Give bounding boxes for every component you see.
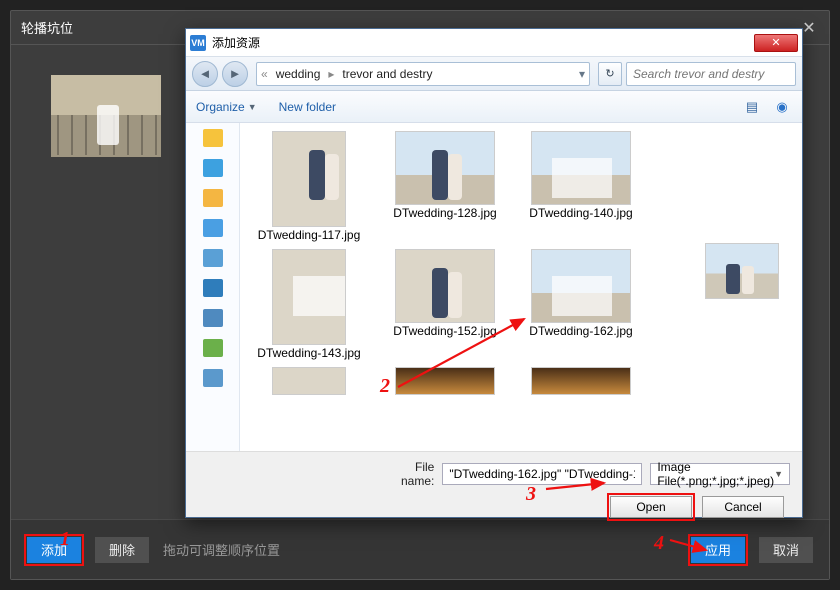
file-item[interactable]: DTwedding-162.jpg [516, 247, 646, 363]
file-name-input[interactable]: "DTwedding-162.jpg" "DTwedding-128.jpg" … [442, 463, 642, 485]
chevron-right-icon: ▸ [328, 67, 334, 81]
file-item[interactable]: DTwedding-152.jpg [380, 247, 510, 363]
drag-hint-text: 拖动可调整顺序位置 [163, 540, 280, 559]
nav-back-button[interactable]: ◄ [192, 61, 218, 87]
favorites-icon[interactable] [203, 129, 223, 147]
disk-icon[interactable] [203, 339, 223, 357]
file-name: DTwedding-140.jpg [529, 207, 632, 221]
existing-slot-thumb[interactable] [51, 75, 161, 157]
music-icon[interactable] [203, 219, 223, 237]
file-thumb [272, 131, 346, 227]
view-mode-button[interactable]: ▤ [742, 97, 762, 117]
chevron-left-icon: « [261, 67, 268, 81]
breadcrumb-seg-2[interactable]: trevor and destry [338, 67, 436, 81]
cancel-button[interactable]: Cancel [702, 496, 784, 518]
open-button[interactable]: Open [610, 496, 692, 518]
organize-menu[interactable]: Organize▼ [196, 100, 257, 114]
file-thumb [395, 367, 495, 395]
add-button[interactable]: 添加 [27, 537, 81, 563]
file-item[interactable]: DTwedding-140.jpg [516, 129, 646, 245]
file-name: DTwedding-143.jpg [257, 347, 360, 361]
computer-icon[interactable] [203, 309, 223, 327]
file-thumb [272, 367, 346, 395]
nav-pane [186, 123, 240, 451]
file-name: DTwedding-117.jpg [258, 229, 361, 243]
breadcrumb-dropdown-icon[interactable]: ▾ [579, 67, 585, 81]
help-button[interactable]: ◉ [772, 97, 792, 117]
breadcrumb-seg-1[interactable]: wedding [272, 67, 325, 81]
file-thumb [531, 131, 631, 205]
cancel-button-dark[interactable]: 取消 [759, 537, 813, 563]
file-name: DTwedding-162.jpg [529, 325, 632, 339]
new-folder-button[interactable]: New folder [279, 100, 336, 114]
breadcrumb[interactable]: « wedding ▸ trevor and destry ▾ [256, 62, 590, 86]
file-thumb [395, 249, 495, 323]
open-file-dialog: VM 添加资源 ✕ ◄ ► « wedding ▸ trevor and des… [185, 28, 803, 518]
file-name-label: File name: [388, 460, 434, 488]
file-item-partial[interactable] [516, 365, 646, 397]
file-item[interactable]: DTwedding-117.jpg [244, 129, 374, 245]
file-thumb [531, 367, 631, 395]
apply-button[interactable]: 应用 [691, 537, 745, 563]
search-input[interactable] [633, 67, 789, 81]
file-thumb [531, 249, 631, 323]
file-item[interactable]: DTwedding-128.jpg [380, 129, 510, 245]
pictures-icon[interactable] [203, 249, 223, 267]
file-item[interactable]: DTwedding-143.jpg [244, 247, 374, 363]
network-icon[interactable] [203, 369, 223, 387]
file-thumb [395, 131, 495, 205]
refresh-button[interactable]: ↻ [598, 62, 622, 86]
search-input-wrap[interactable] [626, 62, 796, 86]
file-name: DTwedding-152.jpg [393, 325, 496, 339]
preview-thumb [705, 243, 779, 299]
file-item-partial[interactable] [244, 365, 374, 397]
file-list[interactable]: DTwedding-117.jpg DTwedding-128.jpg DTwe… [240, 123, 682, 451]
file-type-filter[interactable]: Image File(*.png;*.jpg;*.jpeg) ▼ [650, 463, 790, 485]
file-item-partial[interactable] [380, 365, 510, 397]
dialog-title: 添加资源 [212, 34, 260, 51]
videos-icon[interactable] [203, 279, 223, 297]
chevron-down-icon: ▼ [248, 102, 257, 112]
file-name: DTwedding-128.jpg [393, 207, 496, 221]
folder-icon[interactable] [203, 189, 223, 207]
modal-title: 轮播坑位 [21, 18, 73, 37]
dialog-close-button[interactable]: ✕ [754, 34, 798, 52]
chevron-down-icon: ▼ [774, 469, 783, 479]
nav-forward-button[interactable]: ► [222, 61, 248, 87]
app-icon: VM [190, 35, 206, 51]
libraries-icon[interactable] [203, 159, 223, 177]
delete-button[interactable]: 删除 [95, 537, 149, 563]
file-thumb [272, 249, 346, 345]
preview-pane [682, 123, 802, 451]
